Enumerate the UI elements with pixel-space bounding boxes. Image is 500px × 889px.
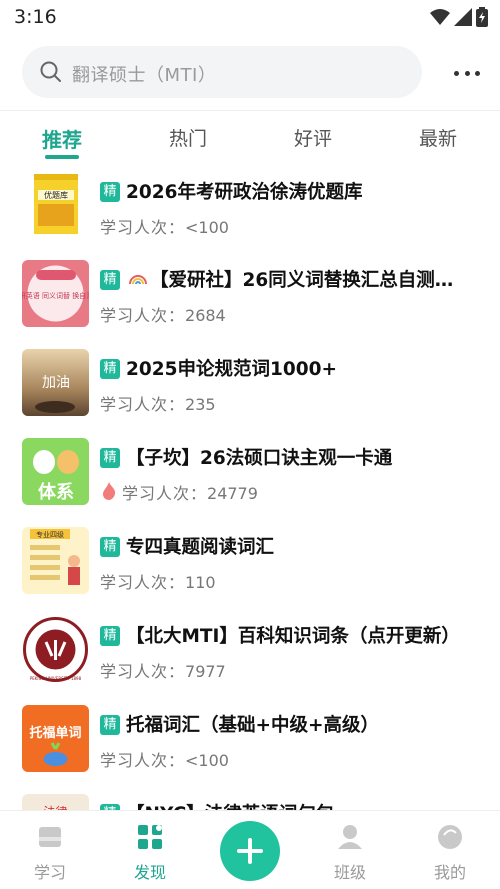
- list-item[interactable]: PEKING UNIVERSITY 1898 精 【北大MTI】百科知识词条（点…: [0, 614, 500, 702]
- featured-badge: 精: [100, 626, 120, 646]
- featured-badge: 精: [100, 715, 120, 735]
- tab-latest[interactable]: 最新: [398, 124, 478, 151]
- thumbnail: 加油: [22, 349, 89, 416]
- nav-label: 班级: [333, 863, 366, 882]
- tab-indicator: [45, 155, 79, 159]
- status-bar: 3:16: [0, 0, 500, 36]
- learner-count: 学习人次：24779: [122, 484, 258, 503]
- thumbnail: 优题库: [22, 172, 89, 239]
- item-title: 2025申论规范词1000+: [126, 359, 337, 380]
- thumb-text: 考研英语 同义词替 换自测卡: [22, 291, 89, 300]
- tab-good-reviews[interactable]: 好评: [273, 124, 353, 151]
- thumb-text: 体系: [38, 481, 74, 503]
- profile-icon: [438, 825, 462, 849]
- learner-count: 学习人次：<100: [100, 751, 229, 770]
- plus-icon: [237, 838, 263, 864]
- list-item[interactable]: 考研英语 同义词替 换自测卡 精 【爱研社】26同义词替换汇总自测… 学习人次：…: [0, 258, 500, 346]
- tab-recommended[interactable]: 推荐: [22, 124, 102, 153]
- thumb-text: 优题库: [44, 190, 68, 200]
- list-item[interactable]: 体系 精 【子坎】26法硕口诀主观一卡通 学习人次：24779: [0, 436, 500, 524]
- learner-count: 学习人次：2684: [100, 306, 226, 325]
- nav-label: 我的: [433, 863, 466, 882]
- list-item[interactable]: 优题库 精 2026年考研政治徐涛优题库 学习人次：<100: [0, 170, 500, 258]
- featured-badge: 精: [100, 270, 120, 290]
- thumb-text: PEKING UNIVERSITY 1898: [30, 676, 82, 681]
- nav-class[interactable]: 班级: [320, 823, 380, 883]
- list-item[interactable]: 加油 精 2025申论规范词1000+ 学习人次：235: [0, 347, 500, 435]
- thumb-text: 托福单词: [29, 725, 81, 741]
- search-placeholder: 翻译硕士（MTI）: [72, 65, 217, 86]
- dot-icon: [475, 70, 480, 76]
- thumb-text: 专业四级: [36, 530, 64, 539]
- search-input[interactable]: 翻译硕士（MTI）: [22, 46, 422, 98]
- learner-count: 学习人次：7977: [100, 662, 226, 681]
- learner-count: 学习人次：<100: [100, 218, 229, 237]
- thumb-text: 加油: [42, 375, 70, 391]
- dot-icon: [464, 70, 470, 76]
- list-item[interactable]: 托福单词 精 托福词汇（基础+中级+高级） 学习人次：<100: [0, 703, 500, 791]
- item-title: 【爱研社】26同义词替换汇总自测…: [150, 270, 454, 291]
- item-title: 【北大MTI】百科知识词条（点开更新）: [126, 626, 460, 647]
- signal-icon: [454, 8, 472, 26]
- featured-badge: 精: [100, 182, 120, 202]
- featured-badge: 精: [100, 448, 120, 468]
- learner-count: 学习人次：235: [100, 395, 216, 414]
- item-title: 专四真题阅读词汇: [126, 537, 275, 558]
- bottom-nav: 学习 发现 班级 我的: [0, 810, 500, 889]
- book-icon: [39, 827, 61, 847]
- nav-study[interactable]: 学习: [20, 823, 80, 883]
- wifi-icon: [430, 9, 450, 25]
- featured-badge: 精: [100, 359, 120, 379]
- search-icon: [40, 61, 61, 82]
- thumbnail: PEKING UNIVERSITY 1898: [22, 616, 89, 683]
- discover-icon: [138, 825, 162, 849]
- thumbnail: 考研英语 同义词替 换自测卡: [22, 260, 89, 327]
- nav-label: 发现: [133, 863, 166, 882]
- battery-icon: [476, 7, 488, 27]
- rainbow-icon: [129, 275, 147, 285]
- item-title: 2026年考研政治徐涛优题库: [126, 182, 363, 203]
- status-icons: [430, 7, 488, 27]
- learner-count: 学习人次：110: [100, 573, 216, 592]
- list-item[interactable]: 专业四级 精 专四真题阅读词汇 学习人次：110: [0, 525, 500, 613]
- status-time: 3:16: [14, 6, 57, 28]
- dot-icon: [454, 70, 459, 76]
- featured-badge: 精: [100, 537, 120, 557]
- nav-label: 学习: [33, 863, 66, 882]
- divider: [0, 110, 500, 111]
- tab-hot[interactable]: 热门: [148, 124, 228, 151]
- item-title: 【子坎】26法硕口诀主观一卡通: [126, 448, 393, 469]
- search-row: 翻译硕士（MTI）: [0, 46, 500, 100]
- add-button[interactable]: [220, 821, 280, 881]
- nav-profile[interactable]: 我的: [420, 823, 480, 883]
- nav-discover[interactable]: 发现: [120, 823, 180, 883]
- thumbnail: 体系: [22, 438, 89, 505]
- class-icon: [338, 825, 362, 849]
- flame-icon: [103, 482, 116, 500]
- item-title: 托福词汇（基础+中级+高级）: [126, 715, 380, 736]
- thumbnail: 托福单词: [22, 705, 89, 772]
- more-options-button[interactable]: [454, 60, 480, 86]
- thumbnail: 专业四级: [22, 527, 89, 594]
